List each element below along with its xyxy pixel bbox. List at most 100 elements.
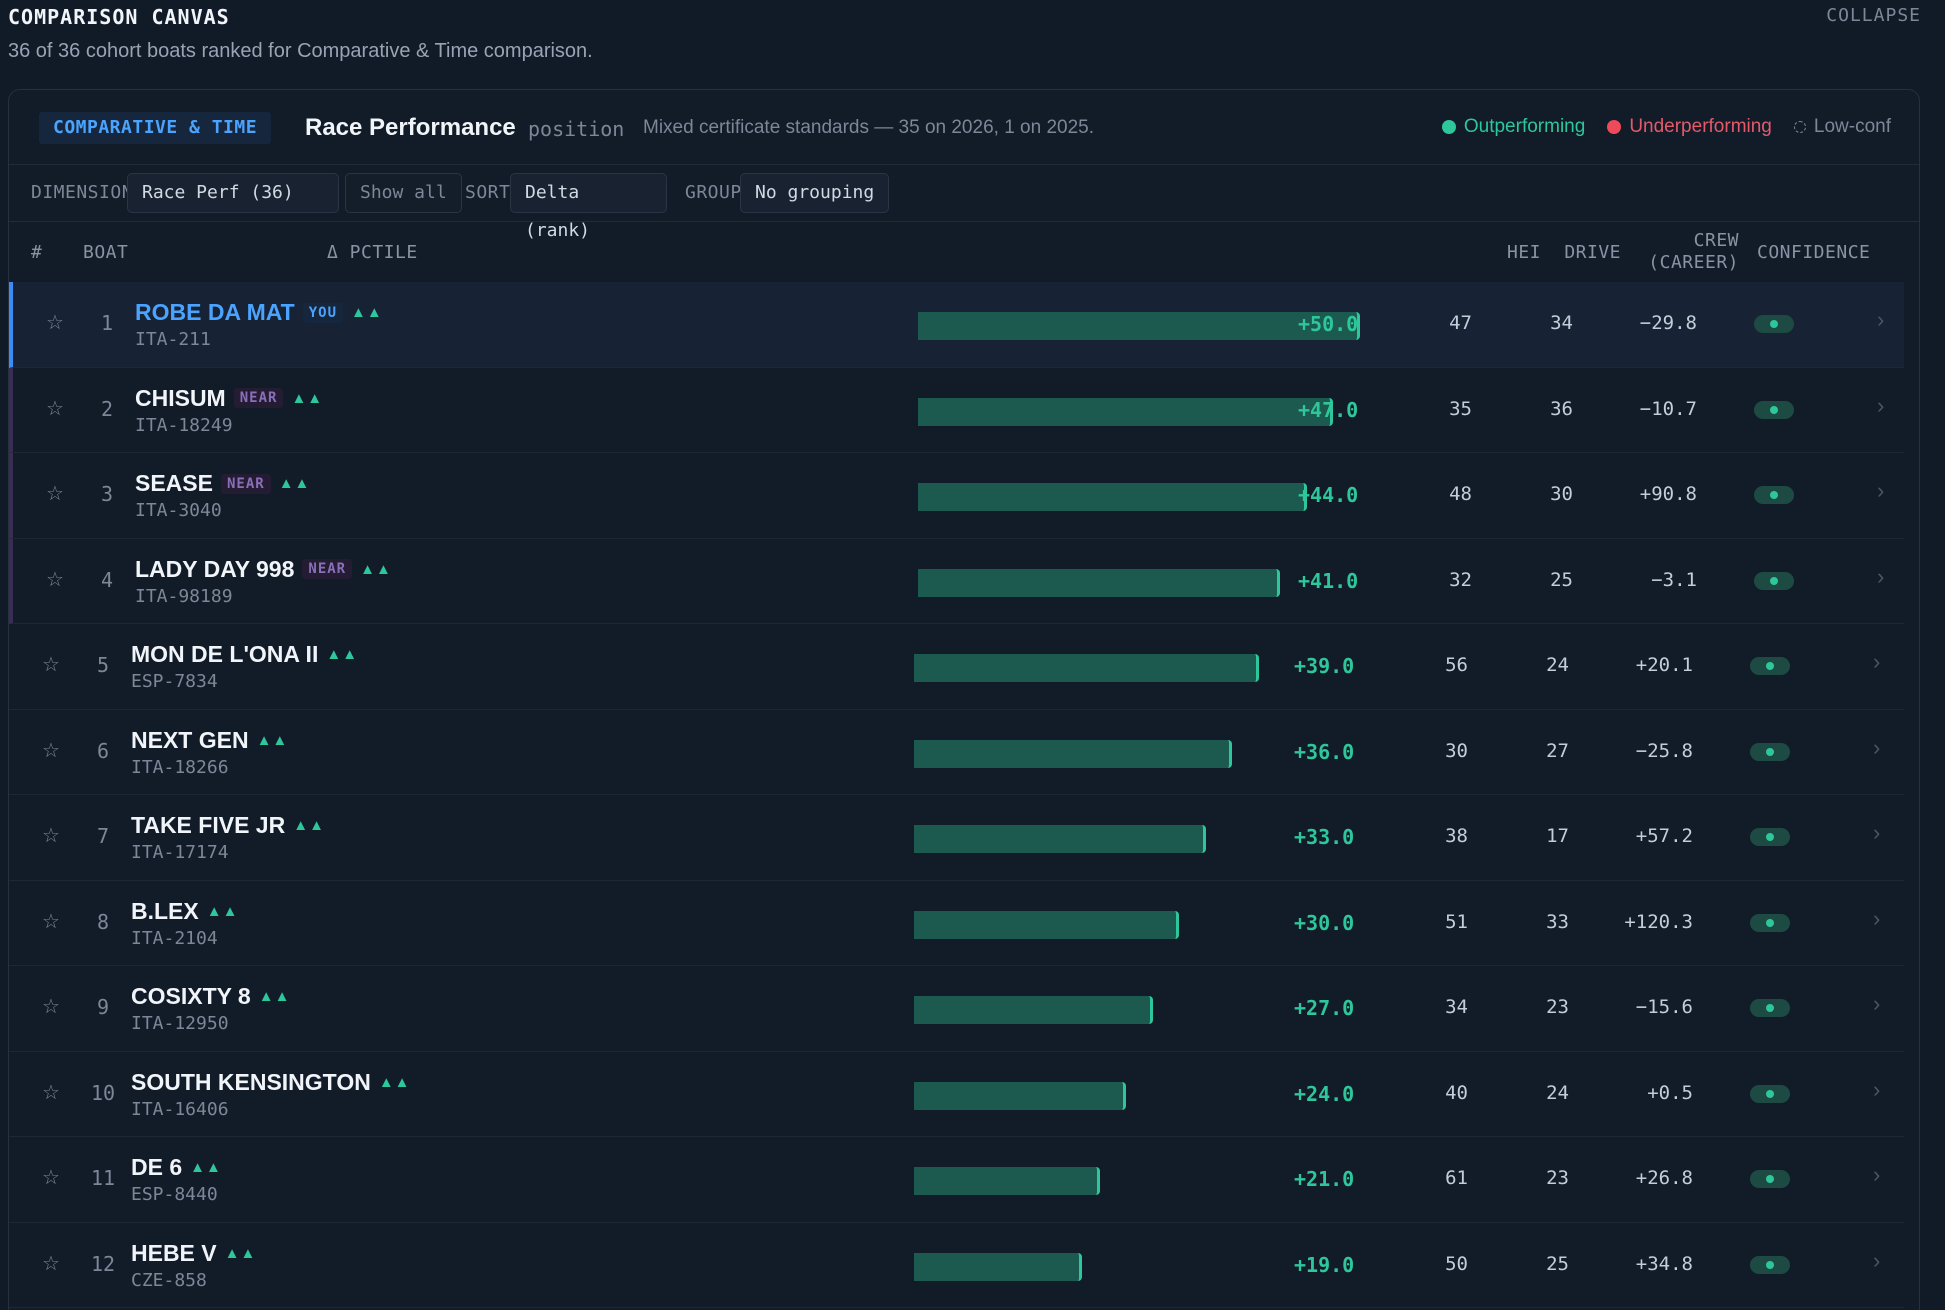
show-all-button[interactable]: Show all [345, 173, 462, 213]
delta-bar [914, 1252, 1082, 1281]
star-icon[interactable]: ☆ [42, 823, 60, 848]
canvas-title: COMPARISON CANVAS [8, 5, 230, 29]
col-drive[interactable]: DRIVE [1531, 242, 1621, 263]
table-row[interactable]: ☆ 1 ROBE DA MAT YOU ▲▲ ITA-211 +50.0 47 … [9, 282, 1904, 368]
delta-bar [918, 312, 1360, 340]
chevron-right-icon[interactable]: › [1873, 906, 1880, 932]
boat-name[interactable]: MON DE L'ONA II [131, 641, 318, 668]
delta-bar [914, 739, 1233, 768]
trend-up-icon: ▲▲ [190, 1159, 222, 1176]
star-icon[interactable]: ☆ [46, 481, 64, 506]
hei-value: 51 [1445, 910, 1468, 933]
drive-value: 25 [1546, 1252, 1569, 1275]
boat-name[interactable]: HEBE V [131, 1240, 217, 1267]
table-row[interactable]: ☆ 9 COSIXTY 8 ▲▲ ITA-12950 +27.0 34 23 −… [9, 966, 1904, 1052]
col-crew[interactable]: CREW (CAREER) [1629, 230, 1739, 274]
drive-value: 34 [1550, 312, 1573, 334]
row-rank: 11 [90, 1166, 116, 1190]
chevron-right-icon[interactable]: › [1873, 1162, 1880, 1188]
delta-value: +27.0 [1294, 996, 1355, 1020]
delta-bar [918, 568, 1281, 597]
row-rank: 8 [96, 909, 110, 934]
boat-name[interactable]: SEASE [135, 470, 213, 497]
col-rank: # [31, 242, 43, 263]
table-row[interactable]: ☆ 4 LADY DAY 998 NEAR ▲▲ ITA-98189 +41.0… [9, 538, 1904, 624]
drive-value: 23 [1546, 1167, 1569, 1189]
star-icon[interactable]: ☆ [46, 567, 64, 592]
delta-value: +50.0 [1298, 312, 1359, 336]
sort-label: SORT [465, 182, 511, 203]
col-boat[interactable]: BOAT [83, 242, 128, 263]
table-row[interactable]: ☆ 6 NEXT GEN ▲▲ ITA-18266 +36.0 30 27 −2… [9, 710, 1904, 795]
table-row[interactable]: ☆ 7 TAKE FIVE JR ▲▲ ITA-17174 +33.0 38 1… [9, 795, 1904, 881]
chevron-right-icon[interactable]: › [1873, 735, 1880, 761]
delta-bar [914, 910, 1180, 939]
boat-name[interactable]: SOUTH KENSINGTON [131, 1069, 371, 1096]
row-rank: 4 [100, 567, 114, 592]
chevron-right-icon[interactable]: › [1873, 649, 1880, 675]
sail-number: ESP-8440 [131, 1184, 218, 1205]
star-icon[interactable]: ☆ [46, 396, 64, 421]
boat-name[interactable]: ROBE DA MAT [135, 299, 295, 326]
delta-value: +24.0 [1294, 1081, 1355, 1106]
delta-value: +41.0 [1298, 568, 1359, 593]
sail-number: ITA-18266 [131, 756, 229, 778]
boat-name[interactable]: LADY DAY 998 [135, 556, 294, 583]
trend-up-icon: ▲▲ [360, 560, 392, 578]
canvas-subtitle: 36 of 36 cohort boats ranked for Compara… [8, 40, 593, 62]
trend-up-icon: ▲▲ [291, 389, 324, 407]
row-rank: 7 [96, 824, 110, 848]
boat-name-group: CHISUM NEAR ▲▲ [135, 385, 323, 412]
chevron-right-icon[interactable]: › [1877, 393, 1884, 419]
star-icon[interactable]: ☆ [42, 652, 60, 677]
crew-career-value: −10.7 [1639, 397, 1697, 420]
boat-name[interactable]: CHISUM [135, 385, 226, 412]
chevron-right-icon[interactable]: › [1877, 478, 1884, 504]
boat-name[interactable]: TAKE FIVE JR [131, 812, 285, 839]
sort-select[interactable]: Delta (rank) [510, 173, 667, 241]
boat-name[interactable]: COSIXTY 8 [131, 983, 251, 1010]
hei-value: 38 [1445, 825, 1468, 847]
boat-name-group: B.LEX ▲▲ [131, 898, 238, 925]
table-row[interactable]: ☆ 5 MON DE L'ONA II ▲▲ ESP-7834 +39.0 56… [9, 624, 1904, 710]
star-icon[interactable]: ☆ [46, 310, 64, 335]
drive-value: 23 [1546, 996, 1569, 1018]
col-delta[interactable]: Δ PCTILE [327, 242, 418, 263]
table-row[interactable]: ☆ 8 B.LEX ▲▲ ITA-2104 +30.0 51 33 +120.3… [9, 881, 1904, 966]
group-select[interactable]: No grouping [740, 173, 890, 213]
chevron-right-icon[interactable]: › [1873, 1077, 1880, 1103]
trend-up-icon: ▲▲ [224, 1244, 257, 1262]
collapse-button[interactable]: COLLAPSE [1826, 5, 1921, 26]
table-row[interactable]: ☆ 12 HEBE V ▲▲ CZE-858 +19.0 50 25 +34.8… [9, 1223, 1904, 1308]
trend-up-icon: ▲▲ [258, 988, 291, 1005]
chevron-right-icon[interactable]: › [1873, 820, 1880, 846]
star-icon[interactable]: ☆ [42, 738, 60, 763]
confidence-indicator [1750, 1084, 1790, 1103]
boat-name[interactable]: B.LEX [131, 898, 199, 925]
star-icon[interactable]: ☆ [42, 1080, 60, 1105]
boat-name-group: HEBE V ▲▲ [131, 1240, 256, 1267]
chevron-right-icon[interactable]: › [1873, 991, 1880, 1017]
table-row[interactable]: ☆ 11 DE 6 ▲▲ ESP-8440 +21.0 61 23 +26.8 … [9, 1137, 1904, 1223]
chevron-right-icon[interactable]: › [1877, 307, 1884, 333]
crew-career-value: +120.3 [1624, 910, 1693, 933]
chevron-right-icon[interactable]: › [1877, 564, 1884, 590]
boat-name-group: ROBE DA MAT YOU ▲▲ [135, 299, 383, 326]
boat-name[interactable]: NEXT GEN [131, 727, 249, 754]
table-row[interactable]: ☆ 2 CHISUM NEAR ▲▲ ITA-18249 +47.0 35 36… [9, 367, 1904, 453]
delta-value: +19.0 [1294, 1252, 1355, 1277]
chevron-right-icon[interactable]: › [1873, 1248, 1880, 1274]
dimension-select[interactable]: Race Perf (36) [127, 173, 339, 213]
star-icon[interactable]: ☆ [42, 1165, 60, 1190]
drive-value: 24 [1546, 1081, 1569, 1104]
star-icon[interactable]: ☆ [42, 994, 60, 1019]
table-row[interactable]: ☆ 3 SEASE NEAR ▲▲ ITA-3040 +44.0 48 30 +… [9, 453, 1904, 539]
boat-name-group: TAKE FIVE JR ▲▲ [131, 812, 325, 839]
star-icon[interactable]: ☆ [42, 1251, 60, 1276]
star-icon[interactable]: ☆ [42, 909, 60, 934]
boat-name[interactable]: DE 6 [131, 1154, 182, 1181]
col-confidence[interactable]: CONFIDENCE [1757, 242, 1870, 263]
crew-career-value: +26.8 [1635, 1167, 1693, 1189]
table-row[interactable]: ☆ 10 SOUTH KENSINGTON ▲▲ ITA-16406 +24.0… [9, 1052, 1904, 1137]
legend-low-conf: Low-conf [1793, 116, 1891, 138]
